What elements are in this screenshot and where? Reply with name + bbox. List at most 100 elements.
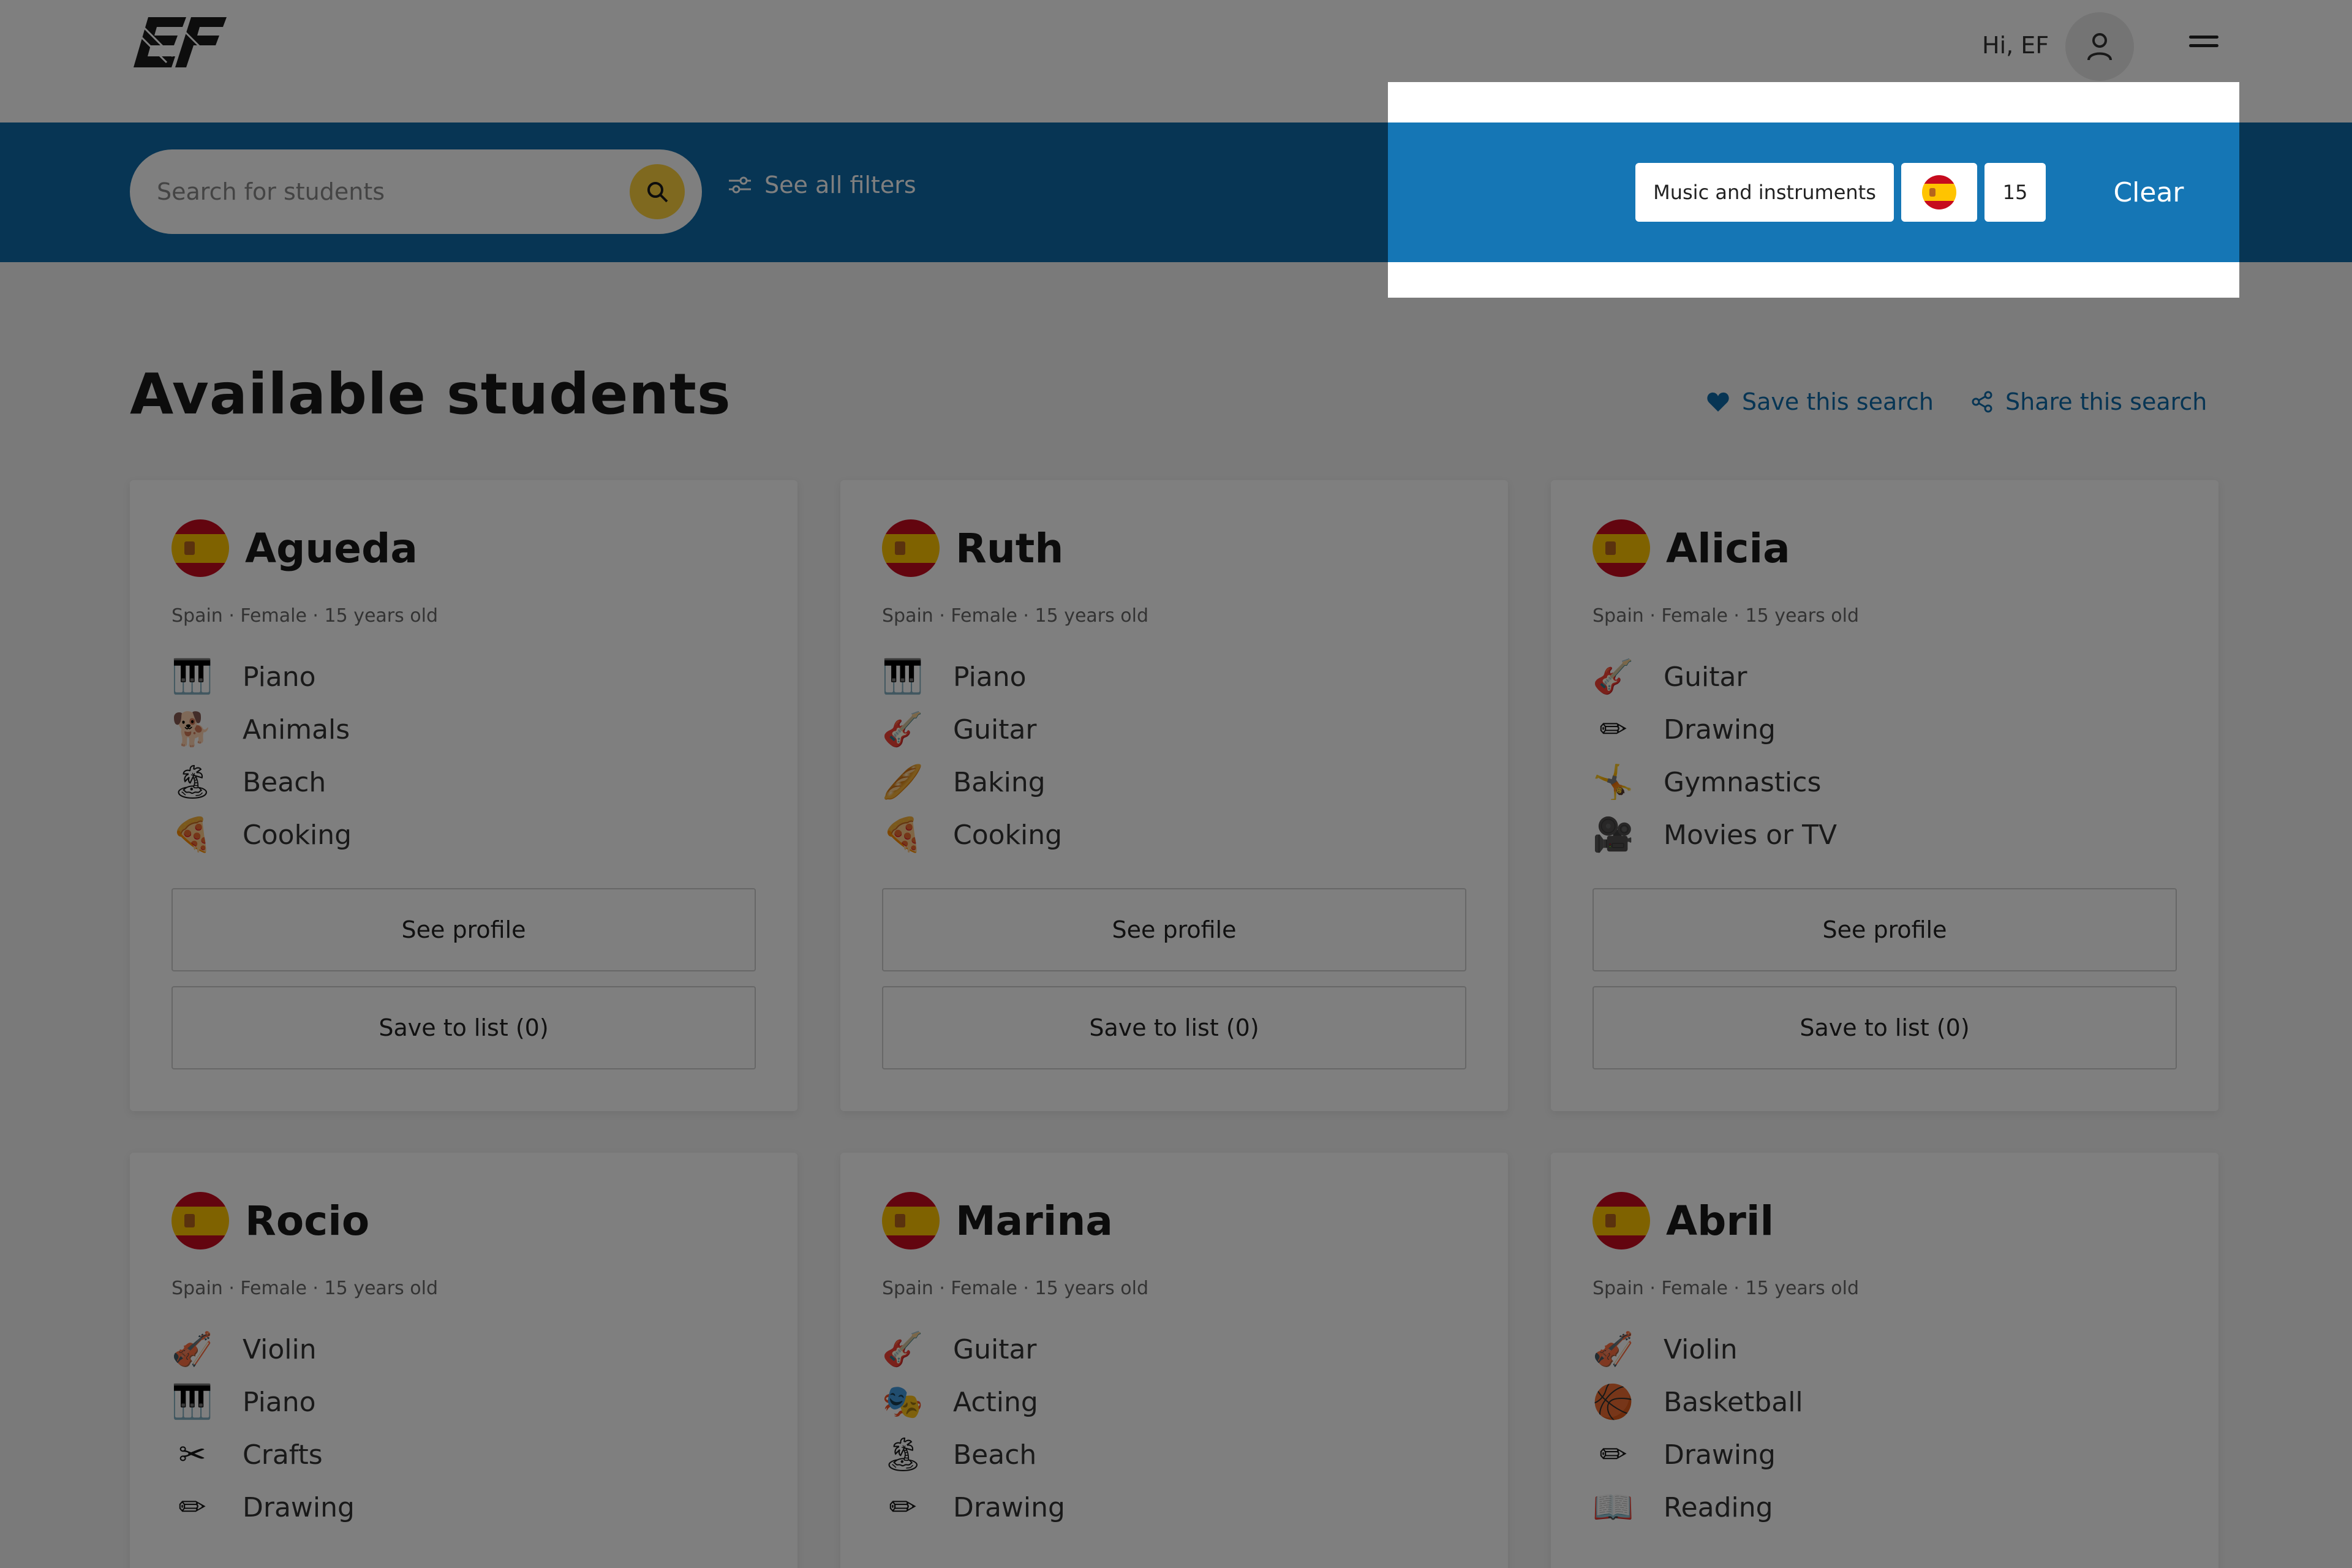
interest-list: 🎸 Guitar 🎭 Acting 🏝 Beach ✏ Drawing [882,1323,1065,1534]
interest-label: Baking [953,766,1046,798]
search-box [130,149,702,234]
interest-item: 🐕 Animals [172,703,352,756]
drawing-icon: ✏ [1599,1435,1627,1474]
spain-flag-icon [1593,519,1650,577]
interest-item: 🎻 Violin [172,1323,355,1376]
student-card-header: Rocio [172,1192,369,1250]
interest-label: Crafts [243,1439,323,1471]
student-meta: Spain · Female · 15 years old [1593,605,1860,627]
interest-item: 🎹 Piano [172,650,352,703]
basketball-icon: 🏀 [1593,1382,1634,1421]
interest-item: 🥖 Baking [882,756,1062,809]
student-name[interactable]: Ruth [956,525,1063,572]
save-search-link[interactable]: Save this search [1706,388,1934,415]
see-all-filters-button[interactable]: See all filters [729,172,916,198]
interest-label: Drawing [1664,1439,1776,1471]
student-card: Rocio Spain · Female · 15 years old 🎻 Violi… [130,1153,797,1568]
interest-label: Acting [953,1386,1038,1418]
share-search-link[interactable]: Share this search [1971,388,2207,415]
filter-chip-country[interactable] [1901,163,1977,222]
student-card: Abril Spain · Female · 15 years old 🎻 Violi… [1551,1153,2218,1568]
save-to-list-button[interactable]: Save to list (0) [1593,986,2177,1069]
see-profile-button[interactable]: See profile [1593,888,2177,971]
save-to-list-button[interactable]: Save to list (0) [172,986,756,1069]
interest-label: Guitar [1664,661,1747,693]
interest-list: 🎹 Piano 🎸 Guitar 🥖 Baking 🍕 Cooking [882,650,1062,861]
reading-icon: 📖 [1593,1488,1634,1526]
drawing-icon: ✏ [1599,710,1627,748]
spain-flag-icon [172,519,229,577]
interest-label: Drawing [953,1491,1065,1523]
interest-label: Cooking [953,819,1063,851]
interest-label: Drawing [1664,714,1776,745]
interest-label: Piano [953,661,1027,693]
greeting-text: Hi, EF [1982,32,2049,59]
beach-icon: 🏝 [172,763,214,801]
piano-icon: 🎹 [882,657,924,696]
clear-filters-button[interactable]: Clear [2100,163,2198,222]
piano-icon: 🎹 [172,657,213,696]
drawing-icon: ✏ [889,1488,917,1526]
student-card-header: Agueda [172,519,418,577]
interest-list: 🎻 Violin 🏀 Basketball ✏ Drawing 📖 Reading [1593,1323,1803,1534]
interest-label: Animals [243,714,350,745]
save-to-list-button[interactable]: Save to list (0) [882,986,1466,1069]
interest-item: 🎥 Movies or TV [1593,809,1837,861]
filter-chip-age-label: 15 [2002,181,2028,204]
search-button[interactable] [630,164,685,219]
interest-label: Drawing [243,1491,355,1523]
account-button[interactable] [2065,12,2134,81]
interest-list: 🎻 Violin 🎹 Piano ✂ Crafts ✏ Drawing [172,1323,355,1534]
interest-label: Guitar [953,714,1037,745]
student-card-header: Ruth [882,519,1063,577]
student-name[interactable]: Marina [956,1197,1113,1245]
gymnastics-icon: 🤸 [1593,763,1634,801]
interest-item: 🎸 Guitar [882,1323,1065,1376]
student-name[interactable]: Rocio [245,1197,369,1245]
interest-item: 🎭 Acting [882,1376,1065,1428]
share-search-label: Share this search [2005,388,2207,415]
student-card: Agueda Spain · Female · 15 years old 🎹 Pian… [130,480,797,1111]
student-name[interactable]: Abril [1666,1197,1774,1245]
interest-item: ✏ Drawing [882,1481,1065,1534]
active-filters-highlight: Music and instruments 15 Clear [1388,82,2239,298]
interest-item: ✏ Drawing [1593,703,1837,756]
interest-item: 🍕 Cooking [882,809,1062,861]
spain-flag-icon [882,1192,940,1250]
student-meta: Spain · Female · 15 years old [1593,1278,1860,1299]
interest-label: Violin [243,1333,317,1365]
student-card-header: Abril [1593,1192,1774,1250]
filter-chip-interest-label: Music and instruments [1653,181,1876,204]
interest-label: Reading [1664,1491,1773,1523]
crafts-icon: ✂ [178,1435,206,1474]
student-name[interactable]: Alicia [1666,525,1790,572]
filter-chip-age[interactable]: 15 [1985,163,2046,222]
interest-item: 🤸 Gymnastics [1593,756,1837,809]
filter-chip-interest[interactable]: Music and instruments [1635,163,1894,222]
interest-label: Movies or TV [1664,819,1838,851]
interest-label: Violin [1664,1333,1738,1365]
acting-icon: 🎭 [882,1382,924,1421]
interest-item: 🎹 Piano [882,650,1062,703]
heart-icon [1707,392,1729,412]
interest-label: Gymnastics [1664,766,1822,798]
interest-item: 🎹 Piano [172,1376,355,1428]
user-icon [2087,33,2112,61]
cooking-icon: 🍕 [172,815,213,854]
ef-logo[interactable] [130,13,228,71]
interest-list: 🎹 Piano 🐕 Animals 🏝 Beach 🍕 Cooking [172,650,352,861]
interest-label: Beach [953,1439,1037,1471]
student-meta: Spain · Female · 15 years old [882,605,1149,627]
student-card: Ruth Spain · Female · 15 years old 🎹 Piano 🎸… [840,480,1508,1111]
interest-item: 🏝 Beach [882,1428,1065,1481]
student-card: Alicia Spain · Female · 15 years old 🎸 Guit… [1551,480,2218,1111]
active-filters-bar: Music and instruments 15 Clear [1388,123,2239,262]
spain-flag-icon [1593,1192,1650,1250]
interest-label: Piano [243,1386,316,1418]
hamburger-menu-icon[interactable] [2189,36,2218,50]
see-profile-button[interactable]: See profile [172,888,756,971]
interest-label: Cooking [243,819,352,851]
search-input[interactable] [157,149,622,234]
student-name[interactable]: Agueda [245,525,418,572]
see-profile-button[interactable]: See profile [882,888,1466,971]
